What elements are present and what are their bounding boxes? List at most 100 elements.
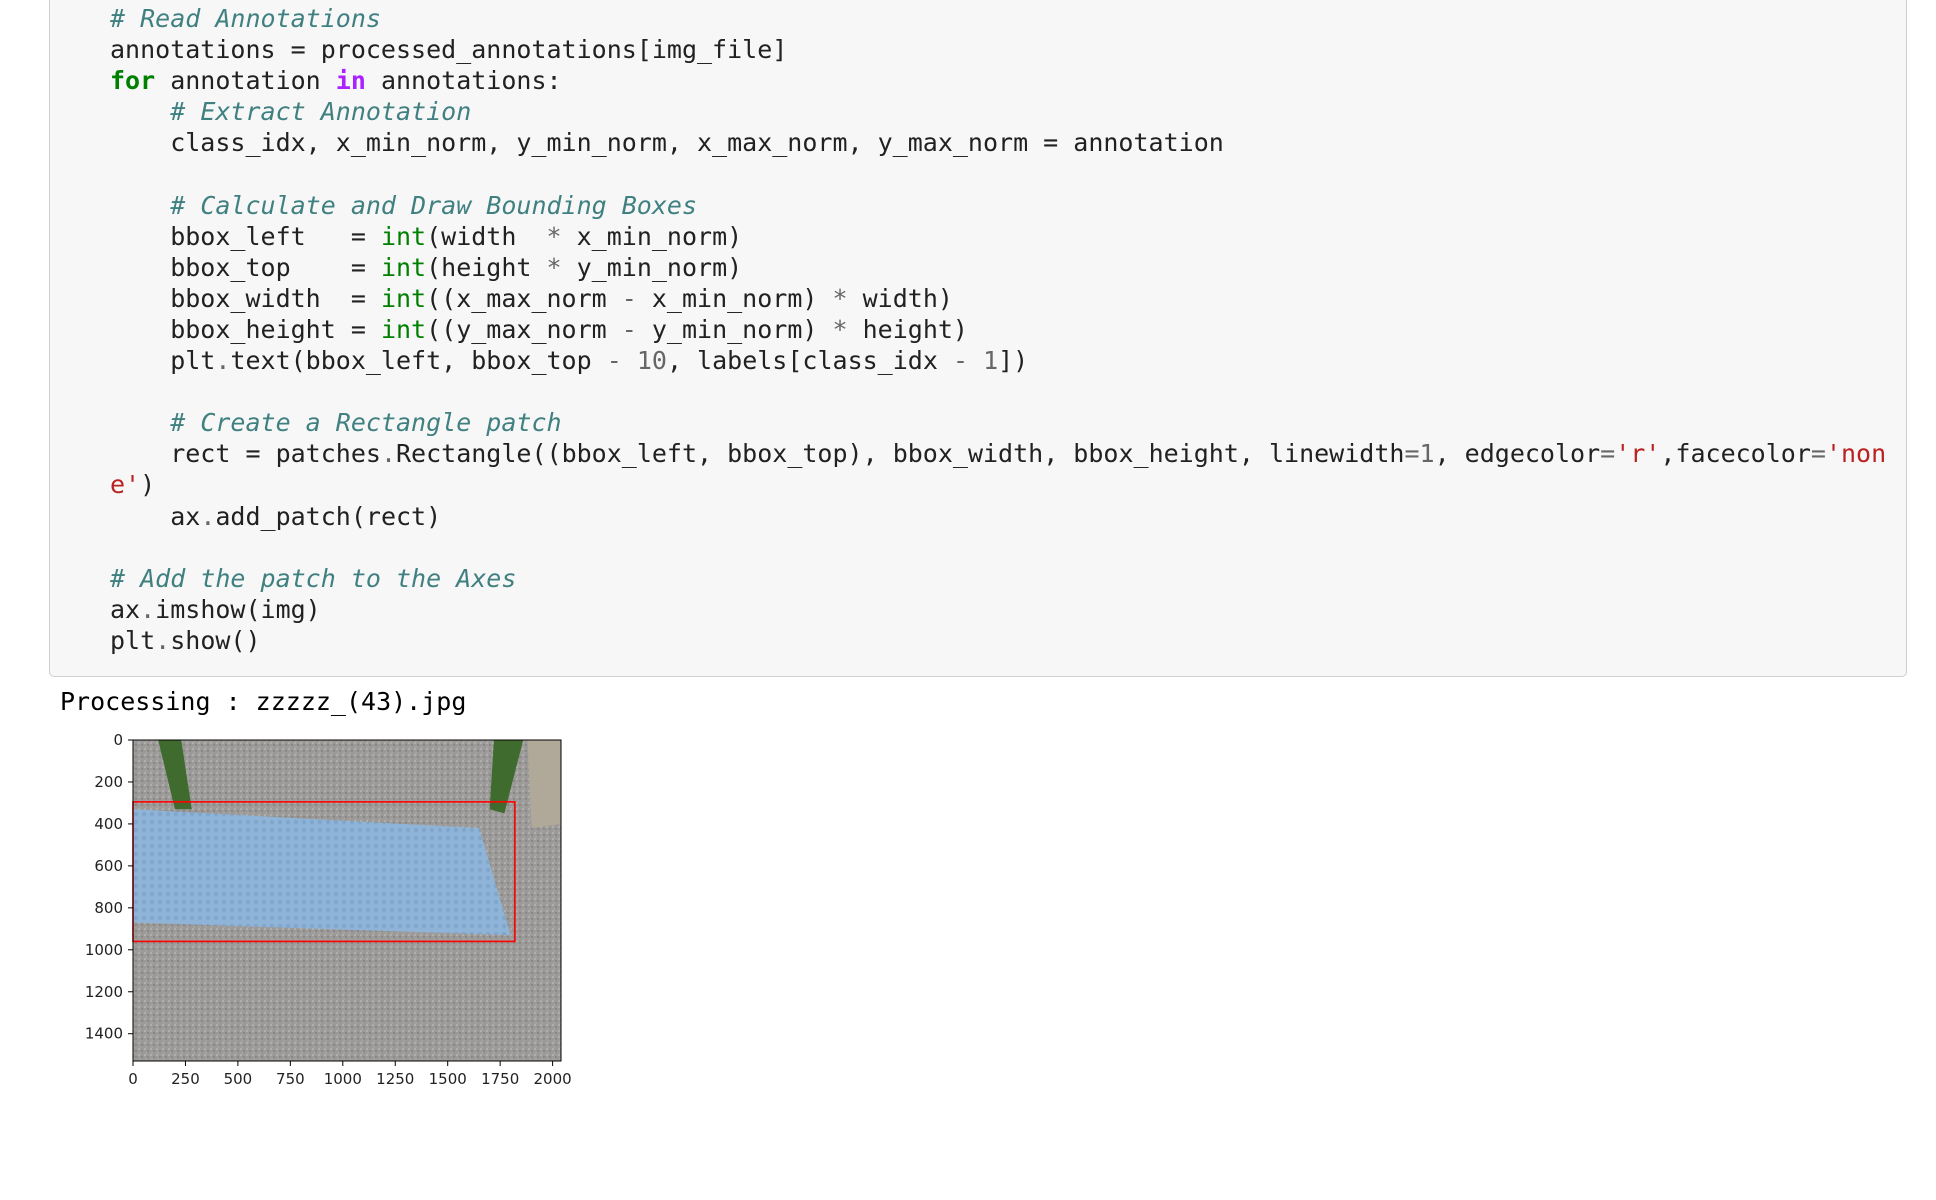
code-line: # Read Annotations <box>110 3 1886 34</box>
code-token: # Add the patch to the Axes <box>110 563 517 593</box>
code-token: # Create a Rectangle patch <box>170 408 562 438</box>
code-token: 1 <box>983 346 999 376</box>
code-line: # Extract Annotation <box>110 96 1886 127</box>
code-token: width) <box>847 283 953 313</box>
code-token: = <box>1810 439 1826 469</box>
code-token: * <box>832 283 848 313</box>
code-token: . <box>155 625 171 655</box>
y-tick-label: 200 <box>94 773 123 791</box>
code-token: . <box>140 594 156 624</box>
code-token: imshow(img) <box>155 594 321 624</box>
code-token: bbox_height = <box>110 314 381 344</box>
code-token: - <box>606 346 622 376</box>
code-line: class_idx, x_min_norm, y_min_norm, x_max… <box>110 127 1886 158</box>
code-line: plt.show() <box>110 625 1886 656</box>
code-line: bbox_top = int(height * y_min_norm) <box>110 252 1886 283</box>
code-line: bbox_width = int((x_max_norm - x_min_nor… <box>110 283 1886 314</box>
code-token: y_min_norm) <box>636 314 833 344</box>
code-token: . <box>215 346 231 376</box>
code-token: plt <box>110 346 216 376</box>
code-token: # Extract Annotation <box>170 97 472 127</box>
code-token: . <box>200 501 216 531</box>
code-token: 'non <box>1825 439 1887 469</box>
code-token: int <box>380 314 427 344</box>
code-token: x_min_norm) <box>561 221 743 251</box>
code-token: * <box>546 252 562 282</box>
code-token: * <box>546 221 562 251</box>
code-token: annotation <box>155 66 336 96</box>
code-token: ax <box>110 501 201 531</box>
code-block[interactable]: # Read Annotations annotations = processe… <box>110 3 1886 656</box>
x-tick-label: 750 <box>276 1070 305 1088</box>
code-token: show() <box>170 625 261 655</box>
code-token: (height <box>426 252 547 282</box>
y-tick-label: 400 <box>94 815 123 833</box>
code-token: ,facecolor <box>1660 439 1811 469</box>
code-line: # Calculate and Draw Bounding Boxes <box>110 190 1886 221</box>
code-token: = <box>1404 439 1420 469</box>
y-tick-label: 0 <box>113 731 123 749</box>
code-token: ]) <box>998 346 1029 376</box>
code-line: ax.imshow(img) <box>110 594 1886 625</box>
code-line: bbox_height = int((y_max_norm - y_min_no… <box>110 314 1886 345</box>
code-token: int <box>380 252 427 282</box>
code-token: add_patch(rect) <box>215 501 442 531</box>
code-token: annotations: <box>365 66 562 96</box>
code-cell-input[interactable]: # Read Annotations annotations = processe… <box>49 0 1907 677</box>
x-tick-label: 1000 <box>324 1070 362 1088</box>
y-tick-label: 1200 <box>85 983 123 1001</box>
code-line: # Add the patch to the Axes <box>110 563 1886 594</box>
code-token: ax <box>110 594 141 624</box>
code-token: 1 <box>1419 439 1435 469</box>
code-token: annotations = processed_annotations[img_… <box>110 35 788 65</box>
code-token: int <box>380 283 427 313</box>
code-token: bbox_width = <box>110 283 381 313</box>
code-token: e' <box>110 470 141 500</box>
code-token: x_min_norm) <box>636 283 833 313</box>
code-line: for annotation in annotations: <box>110 65 1886 96</box>
code-token: # Calculate and Draw Bounding Boxes <box>170 190 698 220</box>
code-token: ) <box>140 470 156 500</box>
output-text: Processing : zzzzz_(43).jpg <box>60 687 467 716</box>
code-line: annotations = processed_annotations[img_… <box>110 34 1886 65</box>
code-token: Rectangle((bbox_left, bbox_top), bbox_wi… <box>396 439 1405 469</box>
x-tick-label: 0 <box>128 1070 138 1088</box>
code-token: int <box>380 221 427 251</box>
code-token: text(bbox_left, bbox_top <box>230 346 607 376</box>
code-token: - <box>621 283 637 313</box>
y-tick-label: 1400 <box>85 1025 123 1043</box>
code-token: # Read Annotations <box>110 4 381 33</box>
code-token: - <box>952 346 968 376</box>
code-token: . <box>380 439 396 469</box>
code-token: ((x_max_norm <box>426 283 622 313</box>
code-token: , edgecolor <box>1434 439 1601 469</box>
y-tick-label: 800 <box>94 899 123 917</box>
code-line: plt.text(bbox_left, bbox_top - 10, label… <box>110 345 1886 376</box>
x-tick-label: 1250 <box>376 1070 414 1088</box>
tactile-paving-tile <box>133 809 511 936</box>
code-token: bbox_left = <box>110 221 381 251</box>
code-token: class_idx, x_min_norm, y_min_norm, x_max… <box>110 128 1224 158</box>
y-tick-label: 1000 <box>85 941 123 959</box>
code-token: in <box>335 66 366 96</box>
image-plot: 0 250 500 750 1000 1250 1500 1750 2000 0 200 400 600… <box>85 731 572 1088</box>
code-line: rect = patches.Rectangle((bbox_left, bbo… <box>110 438 1886 469</box>
code-token: height) <box>847 314 968 344</box>
code-line: # Create a Rectangle patch <box>110 407 1886 438</box>
code-token: ((y_max_norm <box>426 314 622 344</box>
photo-corner-right <box>527 740 561 829</box>
code-token: plt <box>110 625 156 655</box>
x-tick-label: 1750 <box>481 1070 519 1088</box>
code-token: , labels[class_idx <box>666 346 953 376</box>
code-token: * <box>832 314 848 344</box>
y-tick-label: 600 <box>94 857 123 875</box>
code-line: bbox_left = int(width * x_min_norm) <box>110 221 1886 252</box>
code-token: 'r' <box>1615 439 1661 469</box>
code-token: 10 <box>636 346 667 376</box>
